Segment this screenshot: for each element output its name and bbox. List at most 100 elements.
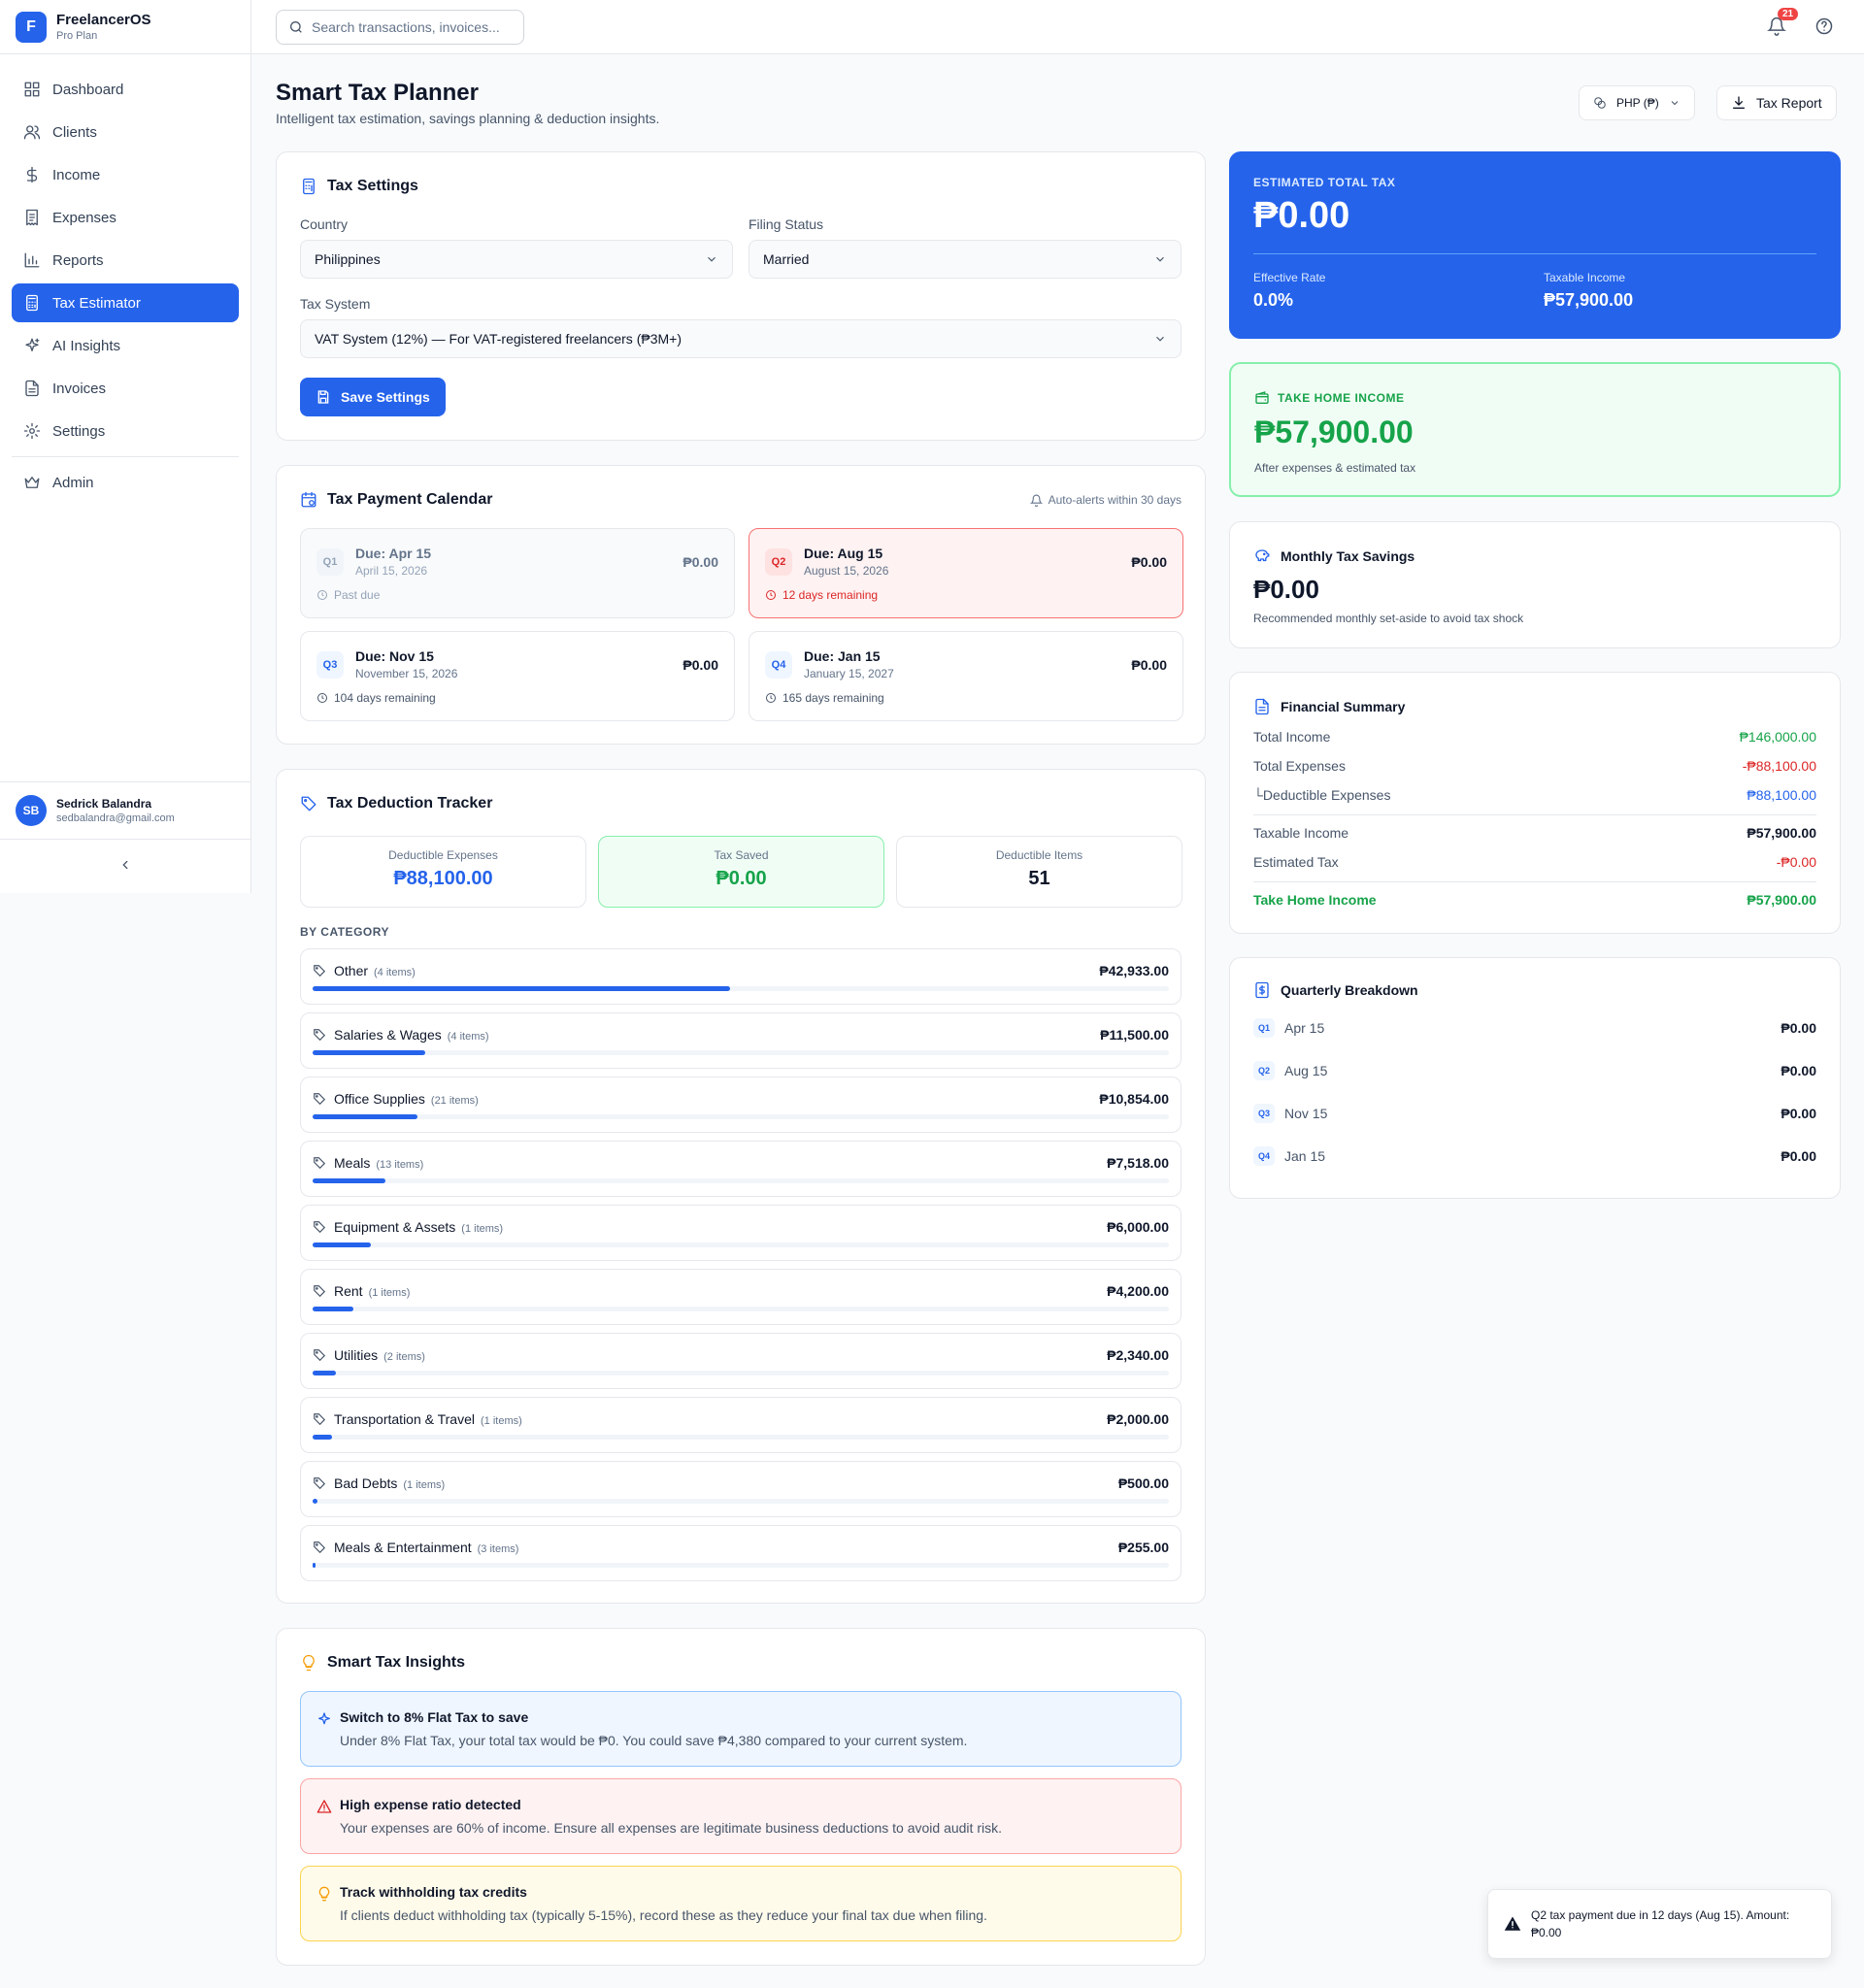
sidebar-item-reports[interactable]: Reports — [12, 241, 239, 280]
quarter-card-q3[interactable]: Q3 Due: Nov 15 November 15, 2026 ₱0.00 1… — [300, 631, 735, 721]
summary-row-total-expenses: Total Expenses -₱88,100.00 — [1253, 758, 1816, 774]
toast-message: Q2 tax payment due in 12 days (Aug 15). … — [1531, 1908, 1790, 1939]
category-amount: ₱255.00 — [1117, 1540, 1169, 1555]
sidebar-item-settings[interactable]: Settings — [12, 412, 239, 450]
calculator-icon — [26, 294, 38, 312]
warning-icon — [1504, 1916, 1521, 1931]
help-icon[interactable] — [1814, 17, 1834, 36]
sidebar-item-invoices[interactable]: Invoices — [12, 369, 239, 408]
divider — [1253, 814, 1816, 815]
monthly-savings-value: ₱0.00 — [1253, 575, 1319, 604]
stat-value: 51 — [1028, 868, 1050, 889]
category-name: Other (4 items) — [334, 963, 416, 978]
sidebar-item-admin[interactable]: Admin — [12, 463, 239, 502]
sidebar-nav: Dashboard Clients Income Expenses Report… — [0, 54, 250, 521]
category-row[interactable]: Bad Debts (1 items) ₱500.00 — [300, 1461, 1182, 1517]
country-select[interactable]: Philippines — [300, 240, 733, 279]
quarter-due: Due: Apr 15 — [355, 546, 432, 561]
category-row[interactable]: Rent (1 items) ₱4,200.00 — [300, 1269, 1182, 1325]
quarter-status: Past due — [316, 588, 380, 602]
currency-label: PHP (₱) — [1616, 96, 1659, 110]
tag-icon — [301, 796, 316, 812]
sidebar-item-label: Reports — [52, 251, 104, 269]
currency-select[interactable]: PHP (₱) — [1579, 85, 1695, 120]
tax-report-button[interactable]: Tax Report — [1716, 85, 1837, 120]
filing-status-select[interactable]: Married — [749, 240, 1182, 279]
user-profile[interactable]: SB Sedrick Balandra sedbalandra@gmail.co… — [0, 781, 250, 840]
category-count: (1 items) — [461, 1223, 504, 1235]
tag-icon — [314, 1157, 326, 1170]
summary-label: Total Income — [1253, 729, 1331, 745]
category-row[interactable]: Other (4 items) ₱42,933.00 — [300, 948, 1182, 1005]
page-subtitle: Intelligent tax estimation, savings plan… — [276, 111, 660, 126]
search-icon — [290, 21, 302, 33]
category-row[interactable]: Transportation & Travel (1 items) ₱2,000.0… — [300, 1397, 1182, 1453]
quarter-label: Apr 15 — [1284, 1020, 1325, 1036]
sidebar-item-ai-insights[interactable]: AI Insights — [12, 326, 239, 365]
category-name: Equipment & Assets (1 items) — [334, 1219, 503, 1235]
summary-label: Estimated Tax — [1253, 854, 1339, 870]
sidebar-item-dashboard[interactable]: Dashboard — [12, 70, 239, 109]
save-settings-button[interactable]: Save Settings — [300, 378, 446, 416]
quarter-status: 165 days remaining — [765, 691, 884, 705]
quarter-badge: Q4 — [765, 651, 792, 679]
category-row[interactable]: Utilities (2 items) ₱2,340.00 — [300, 1333, 1182, 1389]
quarter-label: Jan 15 — [1284, 1148, 1326, 1164]
category-name: Meals & Entertainment (3 items) — [334, 1540, 518, 1555]
category-count: (1 items) — [481, 1415, 522, 1427]
quarter-label: Aug 15 — [1284, 1063, 1328, 1078]
category-count: (1 items) — [403, 1479, 446, 1491]
brand[interactable]: F FreelancerOS Pro Plan — [0, 0, 250, 54]
sidebar-item-label: Income — [52, 166, 101, 183]
deduction-tracker-title: Tax Deduction Tracker — [300, 795, 492, 812]
sidebar-item-expenses[interactable]: Expenses — [12, 198, 239, 237]
category-count: (3 items) — [477, 1543, 519, 1555]
quarter-date: November 15, 2026 — [355, 667, 458, 680]
auto-alerts-note: Auto-alerts within 30 days — [1029, 493, 1182, 507]
tax-settings-title-text: Tax Settings — [327, 178, 418, 194]
tax-system-select[interactable]: VAT System (12%) — For VAT-registered fr… — [300, 319, 1182, 358]
quarterly-breakdown-title-text: Quarterly Breakdown — [1281, 982, 1418, 998]
sidebar-item-label: Settings — [52, 422, 106, 440]
collapse-sidebar-button[interactable] — [0, 841, 250, 889]
stat-deductible-items: Deductible Items 51 — [896, 836, 1182, 908]
category-row[interactable]: Equipment & Assets (1 items) ₱6,000.00 — [300, 1205, 1182, 1261]
sidebar: F FreelancerOS Pro Plan Dashboard Client… — [0, 0, 251, 893]
monthly-savings-card: Monthly Tax Savings ₱0.00 Recommended mo… — [1229, 521, 1841, 648]
quarter-card-q1[interactable]: Q1 Due: Apr 15 April 15, 2026 ₱0.00 Past… — [300, 528, 735, 618]
category-amount: ₱6,000.00 — [1107, 1219, 1169, 1235]
tag-icon — [314, 1285, 326, 1298]
search-input[interactable]: Search transactions, invoices... — [276, 10, 524, 45]
category-row[interactable]: Meals & Entertainment (3 items) ₱255.00 — [300, 1525, 1182, 1581]
quarter-due: Due: Nov 15 — [355, 648, 434, 664]
quarter-status: 104 days remaining — [316, 691, 436, 705]
category-progress-track — [313, 986, 1169, 991]
chevron-down-icon — [1156, 336, 1164, 342]
chevron-down-icon — [708, 256, 716, 262]
quarter-value: ₱0.00 — [1781, 1063, 1816, 1078]
tax-calendar-card: Tax Payment Calendar Auto-alerts within … — [276, 465, 1206, 745]
sidebar-item-label: AI Insights — [52, 337, 121, 354]
sidebar-item-clients[interactable]: Clients — [12, 113, 239, 151]
quarter-card-q2[interactable]: Q2 Due: Aug 15 August 15, 2026 ₱0.00 12 … — [749, 528, 1183, 618]
category-count: (21 items) — [430, 1095, 479, 1107]
category-name-text: Equipment & Assets — [334, 1219, 456, 1235]
country-label: Country — [300, 216, 349, 232]
category-row[interactable]: Office Supplies (21 items) ₱10,854.00 — [300, 1077, 1182, 1133]
quarterly-breakdown-card: Quarterly Breakdown Q1 Apr 15 ₱0.00 Q2 A… — [1229, 957, 1841, 1199]
sidebar-item-tax-estimator[interactable]: Tax Estimator — [12, 283, 239, 322]
category-row[interactable]: Salaries & Wages (4 items) ₱11,500.00 — [300, 1012, 1182, 1069]
toast-notification[interactable]: Q2 tax payment due in 12 days (Aug 15). … — [1487, 1889, 1832, 1959]
tax-system-value: VAT System (12%) — For VAT-registered fr… — [315, 331, 682, 347]
quarter-card-q4[interactable]: Q4 Due: Jan 15 January 15, 2027 ₱0.00 16… — [749, 631, 1183, 721]
tag-icon — [314, 965, 326, 977]
quarter-due: Due: Aug 15 — [804, 546, 883, 561]
category-progress-fill — [313, 1114, 418, 1119]
warning-icon — [316, 1800, 332, 1813]
category-row[interactable]: Meals (13 items) ₱7,518.00 — [300, 1141, 1182, 1197]
sidebar-item-income[interactable]: Income — [12, 155, 239, 194]
notification-badge: 21 — [1778, 8, 1799, 20]
sidebar-item-label: Expenses — [52, 209, 116, 226]
category-progress-track — [313, 1563, 1169, 1568]
auto-alerts-text: Auto-alerts within 30 days — [1048, 493, 1182, 507]
